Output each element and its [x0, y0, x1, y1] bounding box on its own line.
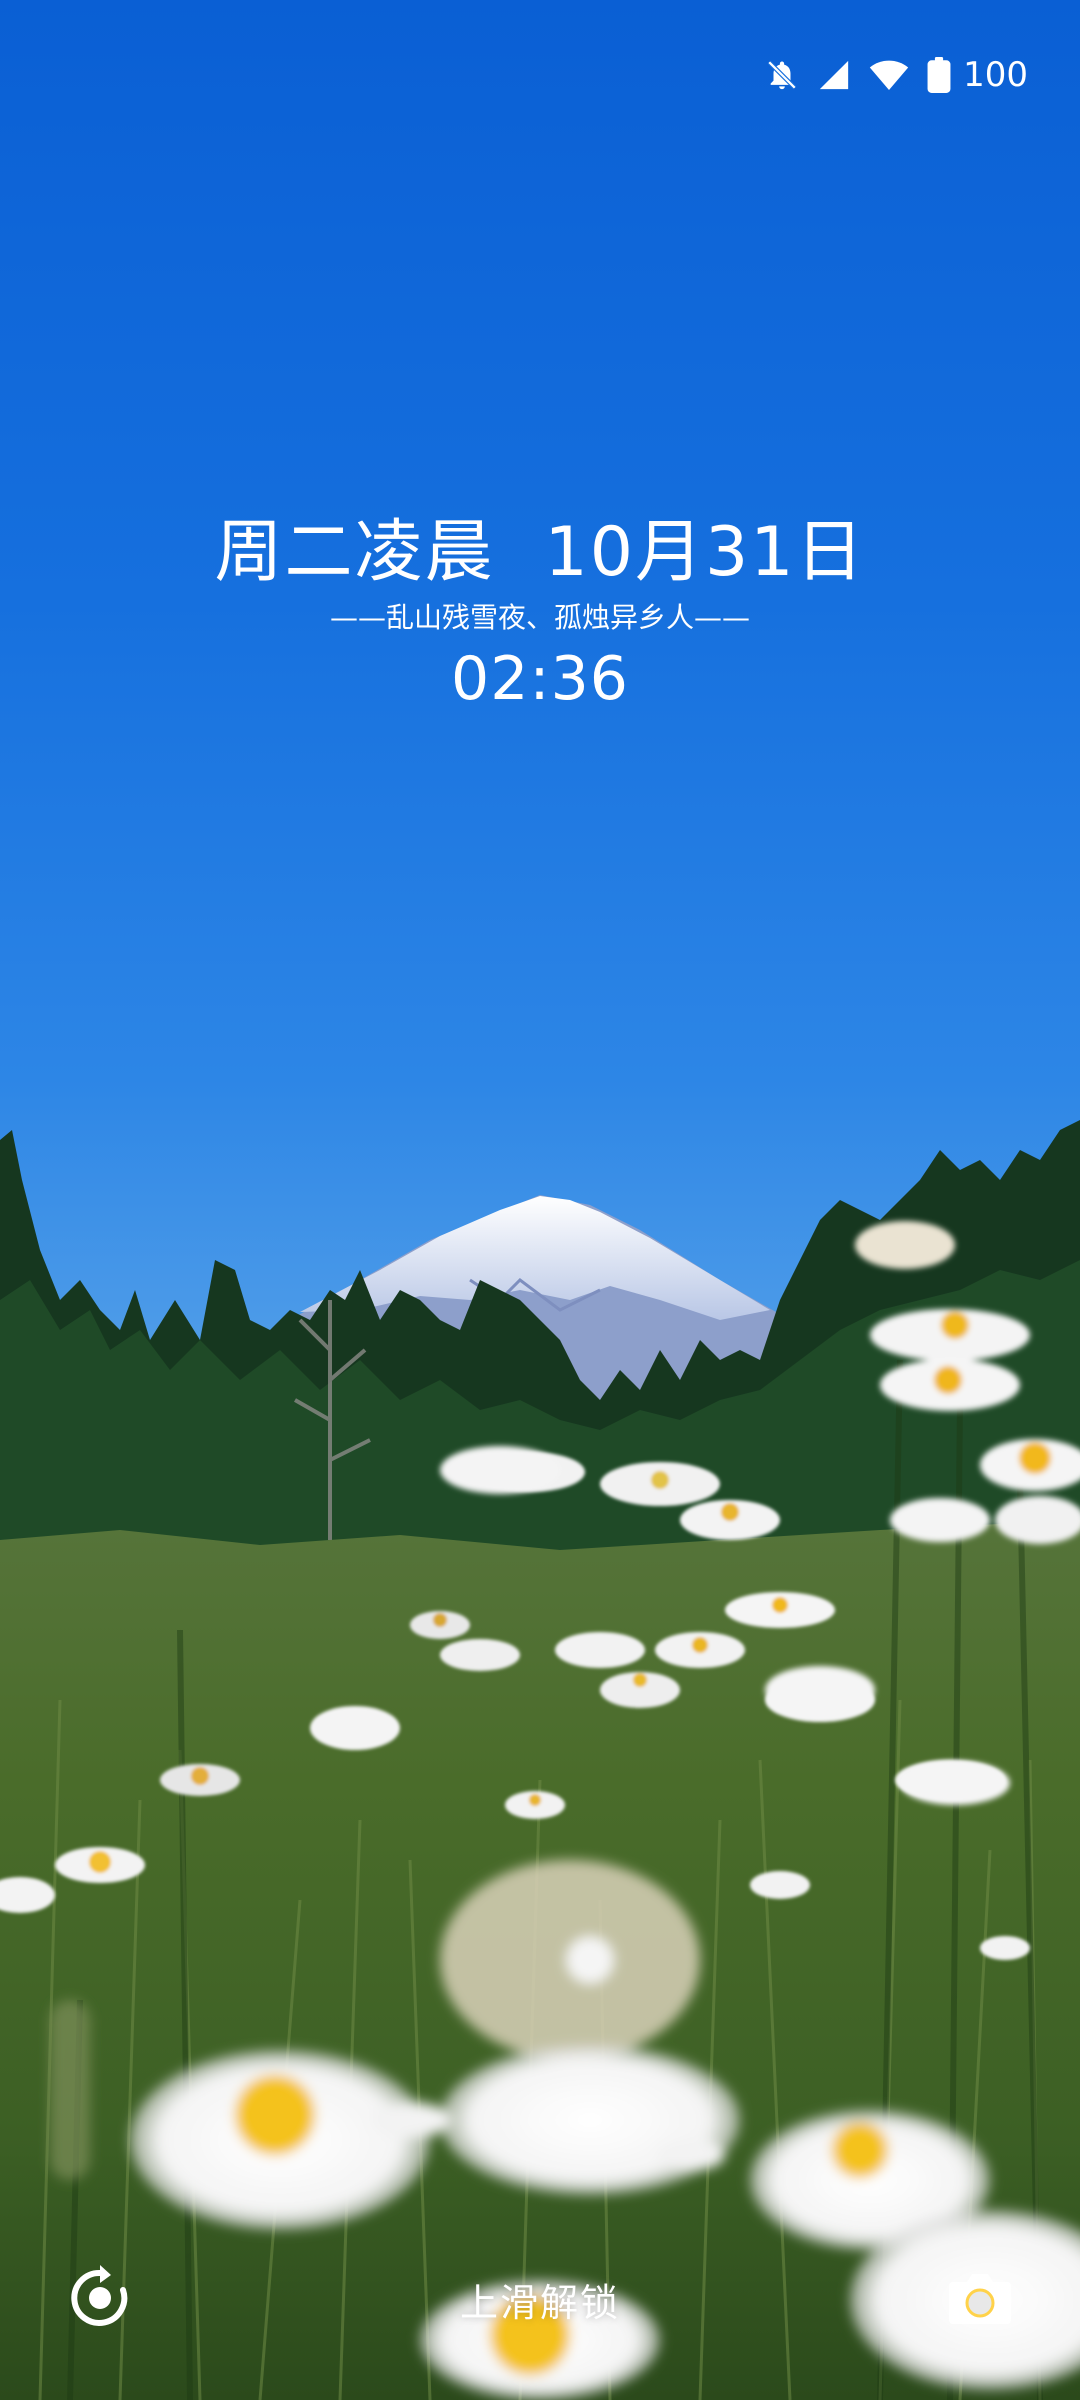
status-bar: 100 — [765, 52, 1028, 98]
bell-muted-icon — [765, 58, 799, 92]
battery-level-text: 100 — [963, 55, 1028, 95]
swipe-unlock-hint[interactable]: 上滑解锁 — [0, 2272, 1080, 2327]
weekday-period-text: 周二凌晨 — [214, 513, 495, 592]
wifi-icon — [869, 58, 909, 92]
clock-time: 02:36 — [451, 644, 629, 714]
date-text: 10月31日 — [544, 513, 866, 592]
wallpaper-image — [0, 1120, 1080, 2400]
cellular-signal-icon — [817, 58, 851, 92]
camera-button[interactable] — [940, 2258, 1020, 2338]
camera-icon — [949, 2274, 1011, 2324]
poem-text: ——乱山残雪夜、孤烛异乡人—— — [329, 601, 750, 634]
lock-screen[interactable]: 100 周二凌晨 10月31日 ——乱山残雪夜、孤烛异乡人—— 02:36 上滑解… — [0, 0, 1080, 2400]
date-display: 周二凌晨 10月31日 — [0, 496, 1080, 595]
battery-icon — [927, 57, 951, 93]
